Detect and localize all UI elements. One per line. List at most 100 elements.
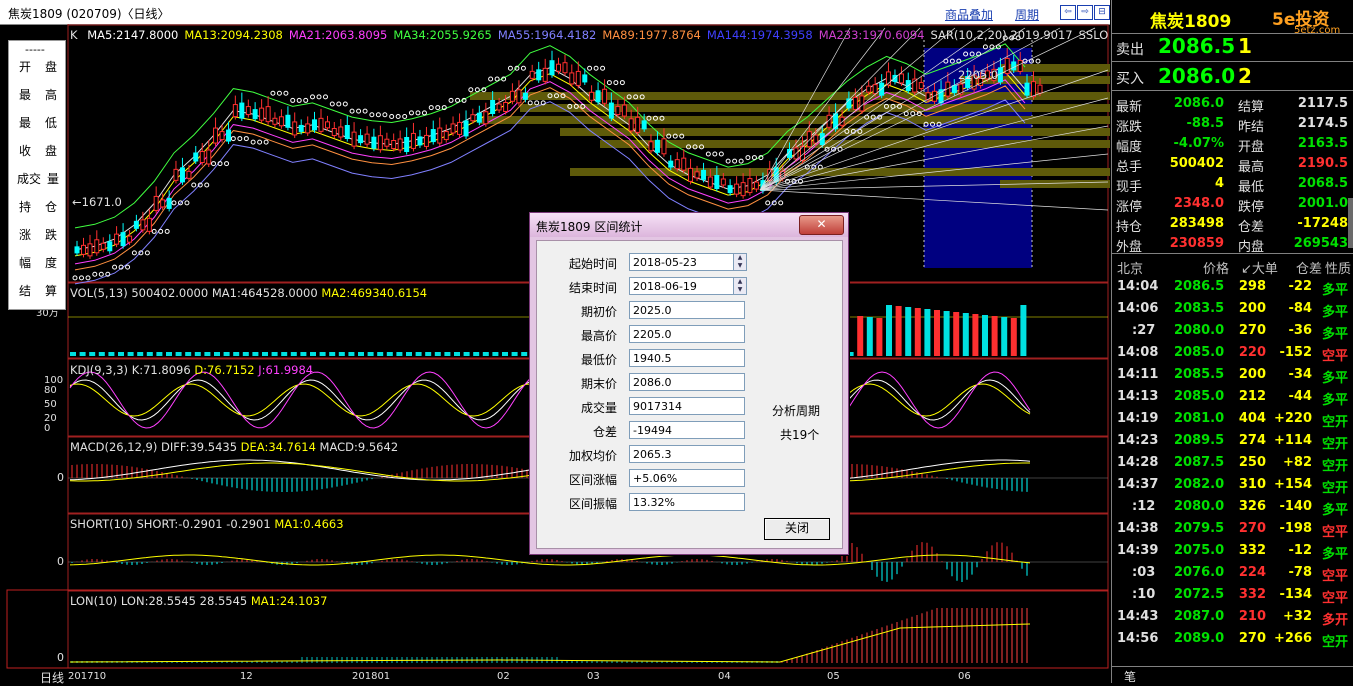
volume-bar	[348, 352, 355, 356]
scrollbar[interactable]	[1348, 198, 1353, 248]
kdj-axis: 100 80 50 20 0	[44, 375, 64, 434]
tick-oi-change: -12	[1288, 543, 1313, 558]
item-low[interactable]: 最低	[11, 110, 63, 134]
tick-volume: 250	[1238, 455, 1266, 470]
ask-price: 2086.5	[1158, 34, 1236, 58]
sar-dot	[738, 158, 744, 164]
volume-bar	[953, 312, 960, 356]
item-change[interactable]: 涨跌	[11, 222, 63, 246]
spinner-icon[interactable]: ▲ ▼	[733, 253, 747, 271]
lon-name: LON(10) LON:28.5545 28.5545	[70, 594, 248, 608]
sar-dot	[732, 158, 738, 164]
spinner-icon[interactable]: ▲ ▼	[733, 277, 747, 295]
tick-oi-change: +154	[1273, 477, 1312, 492]
quote-label: 最新	[1116, 100, 1143, 115]
tick-time: 14:37	[1117, 477, 1159, 492]
item-pct[interactable]: 幅度	[11, 250, 63, 274]
candle-body	[391, 140, 397, 149]
sar-dot	[171, 200, 177, 206]
candle-body	[100, 242, 106, 250]
tick-oi-change: +32	[1283, 609, 1312, 624]
candle-body	[193, 152, 199, 162]
sar-dot	[257, 139, 263, 145]
candle-body	[252, 109, 258, 120]
candle-body	[542, 67, 548, 82]
field-value: +5.06%	[629, 469, 745, 487]
close-button[interactable]: 关闭	[764, 518, 830, 540]
quote-row: 现手 4 最低 2068.5	[1112, 174, 1353, 195]
item-open[interactable]: 开盘	[11, 54, 63, 78]
quote-value: 230859	[1169, 236, 1224, 251]
close-icon[interactable]: ✕	[799, 215, 844, 235]
volume-bar	[463, 352, 470, 356]
sar-dot	[428, 105, 434, 111]
volume-bar	[118, 352, 124, 356]
sar-dot	[98, 271, 104, 277]
tick-price: 2075.0	[1174, 543, 1225, 558]
volume-bar	[434, 352, 441, 356]
candle-body	[245, 106, 251, 116]
field-value: 2086.0	[629, 373, 745, 391]
quote-value: 2068.5	[1297, 176, 1348, 191]
tick-row: 14:39 2075.0 332 -12 多平	[1112, 540, 1353, 562]
candle-body	[219, 131, 225, 141]
sar-dot	[507, 65, 513, 71]
volume-bar	[444, 352, 451, 356]
sar-dot	[92, 271, 98, 277]
sar-dot	[72, 275, 78, 281]
volume-bar	[271, 352, 278, 356]
candle-body	[641, 120, 647, 130]
volume-bar	[367, 352, 374, 356]
volume-bar	[934, 310, 940, 356]
candle-body	[160, 199, 166, 208]
item-settle[interactable]: 结算	[11, 278, 63, 302]
candle-body	[556, 63, 561, 72]
tick-tab[interactable]: 笔	[1124, 668, 1136, 685]
tick-price: 2076.0	[1174, 565, 1225, 580]
macd-legend: MACD(26,12,9) DIFF:39.5435 DEA:34.7614 M…	[70, 440, 398, 454]
volume-bar	[454, 352, 460, 356]
date-input[interactable]: 2018-06-19	[629, 277, 745, 295]
sar-dot	[745, 155, 751, 161]
prev-icon[interactable]: ⇦	[1060, 5, 1076, 20]
tick-nature: 空开	[1322, 415, 1349, 430]
candle-body	[621, 104, 627, 117]
sar-dot	[356, 108, 362, 114]
tick-row: 14:04 2086.5 298 -22 多平	[1112, 276, 1353, 298]
layout-icon[interactable]: ⊟	[1094, 5, 1110, 20]
kdj-k: K:71.8096	[131, 363, 191, 377]
item-close[interactable]: 收盘	[11, 138, 63, 162]
next-icon[interactable]: ⇨	[1077, 5, 1093, 20]
field-label: 期初价	[580, 305, 617, 319]
tick-oi-change: -22	[1288, 279, 1313, 294]
quote-value: 2117.5	[1297, 96, 1348, 111]
field-value: 1940.5	[629, 349, 745, 367]
candle-body	[133, 220, 139, 229]
sar-dot	[125, 264, 131, 270]
field-value: 2025.0	[629, 301, 745, 319]
sar-dot	[85, 275, 91, 281]
candle-body	[608, 102, 614, 119]
item-high[interactable]: 最高	[11, 82, 63, 106]
tick-time: :10	[1132, 587, 1156, 602]
volume-bar	[857, 316, 864, 356]
sar-dot	[224, 161, 230, 167]
x-tick: 201710	[68, 671, 107, 682]
quote-row: 幅度 -4.07% 开盘 2163.5	[1112, 134, 1353, 155]
tick-volume: 270	[1238, 521, 1266, 536]
candle-body	[720, 178, 726, 186]
date-input[interactable]: 2018-05-23	[629, 253, 745, 271]
sar-dot	[408, 110, 414, 116]
volume-bar	[127, 352, 134, 356]
item-volume[interactable]: 成交量	[11, 166, 63, 190]
quote-value: 2190.5	[1297, 156, 1348, 171]
tick-time: :12	[1132, 499, 1156, 514]
sar-dot	[488, 76, 494, 82]
overlay-link[interactable]: 商品叠加	[945, 6, 993, 23]
period-link[interactable]: 周期	[1015, 6, 1039, 23]
tick-time: 14:19	[1117, 411, 1159, 426]
sar-dot	[237, 136, 243, 142]
macd-name: MACD(26,12,9)	[70, 440, 158, 454]
field-label: 加权均价	[568, 449, 617, 463]
item-oi[interactable]: 持仓	[11, 194, 63, 218]
